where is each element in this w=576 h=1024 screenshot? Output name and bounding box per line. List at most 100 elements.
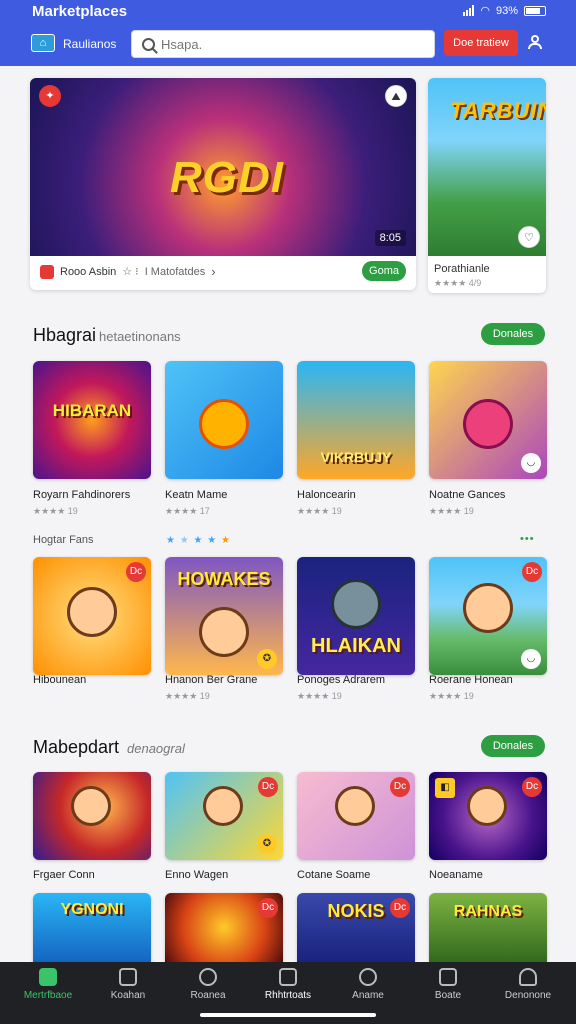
featured-main-button[interactable]: Goma [362, 261, 406, 281]
character-art [199, 399, 249, 449]
games-icon [199, 968, 217, 986]
nav-label: Boate [434, 990, 462, 1001]
coin-icon: ✪ [257, 834, 277, 854]
game-name: Noatne Gances [429, 489, 506, 501]
game-tile[interactable]: Dc [165, 893, 283, 962]
game-name: Frgaer Conn [33, 869, 95, 881]
character-art [463, 583, 513, 633]
game-name: Royarn Fahdinorers [33, 489, 131, 501]
library-icon [119, 968, 137, 986]
game-tile[interactable]: ◧ Dc [429, 772, 547, 860]
featured-side-rating: ★★★★ 4/9 [434, 278, 482, 288]
game-tile[interactable]: Dc [33, 557, 151, 675]
game-tile[interactable]: HOWAKES ✪ [165, 557, 283, 675]
game-tile[interactable]: Dc ✪ [165, 772, 283, 860]
hot-badge-icon: Dc [390, 777, 410, 797]
search-input[interactable] [161, 36, 401, 52]
fire-icon: ✦ [39, 85, 61, 107]
nav-label: Roanea [190, 990, 226, 1001]
featured-side-name: Porathianle [434, 263, 490, 275]
hot-badge-icon: Dc [522, 777, 542, 797]
game-rating: ★★★★ 19 [429, 691, 474, 701]
nav-label: Mertrfbaoe [23, 990, 73, 1001]
game-name: Haloncearin [297, 489, 356, 501]
bookmark-icon[interactable]: ♡ [518, 226, 540, 248]
coin-icon: ✪ [257, 649, 277, 669]
character-art [463, 399, 513, 449]
featured-main-card[interactable]: ✦ ⛰ RGDI 8:05 Rooo Asbin ☆ ⁝ I Matofatde… [30, 78, 416, 290]
home-icon [39, 968, 57, 986]
game-name: Hnanon Ber Grane [165, 674, 258, 686]
logo-icon[interactable]: ⌂ [31, 34, 55, 52]
section2-subtitle: denaogral [127, 741, 185, 756]
wifi-icon: ◠ [480, 5, 490, 17]
game-tile[interactable]: Dc ◡ [429, 557, 547, 675]
signal-icon [463, 5, 475, 16]
game-name: Ponoges Adrarem [297, 674, 386, 686]
game-tile[interactable]: HIBARAN [33, 361, 151, 479]
home-indicator [200, 1013, 376, 1017]
game-art-title: HIBARAN [52, 401, 132, 420]
game-art-title: RAHNAS [453, 903, 523, 920]
section1-button[interactable]: Donales [481, 323, 545, 345]
nav-label: Koahan [110, 990, 146, 1001]
hot-badge-icon: Dc [258, 777, 278, 797]
game-tile[interactable]: Dc [297, 772, 415, 860]
game-logo-icon: ◧ [435, 778, 455, 798]
game-rating: ★★★★ 19 [165, 691, 210, 701]
battery-text: 93% [495, 4, 518, 17]
app-icon [40, 264, 54, 279]
game-art-title: HOWAKES [177, 569, 271, 589]
nav-label: Denonone [504, 990, 552, 1001]
status-icons: ◠ 93% [463, 4, 546, 17]
game-art-title: HLAIKAN [311, 635, 401, 657]
featured-side-art-title: TARBUIN [450, 98, 546, 123]
app-header: Marketplaces ◠ 93% ⌂ Raulianos Doe trati… [0, 0, 576, 66]
featured-main-art-title: RGDI [170, 153, 284, 202]
game-tile[interactable] [165, 361, 283, 479]
search-bar[interactable] [131, 30, 435, 58]
game-tile[interactable]: ◡ [429, 361, 547, 479]
game-name: Cotane Soame [297, 869, 371, 881]
game-tile[interactable]: VIKRBUJY [297, 361, 415, 479]
game-name: Noeaname [429, 869, 483, 881]
chevron-right-icon[interactable]: › [211, 264, 215, 279]
section1-subtitle: hetaetinonans [99, 329, 181, 344]
section1-title: Hbagrai [33, 325, 97, 345]
more-icon[interactable]: ••• [520, 533, 535, 545]
nav-item-home[interactable]: Mertrfbaoe [9, 962, 87, 1024]
game-name: Hibounean [33, 674, 87, 686]
game-rating: ★★★★ 17 [165, 506, 210, 516]
featured-main-art: ✦ ⛰ RGDI 8:05 [30, 78, 416, 256]
featured-main-sep: ☆ ⁝ [122, 266, 139, 278]
featured-side-card[interactable]: TARBUIN ♡ Porathianle ★★★★ 4/9 [428, 78, 546, 293]
character-art [67, 587, 117, 637]
featured-main-name: Rooo Asbin [60, 265, 117, 278]
featured-main-count: 8:05 [374, 230, 406, 246]
nav-item-profile[interactable]: Denonone [489, 962, 567, 1024]
brand-name[interactable]: Raulianos [63, 37, 116, 51]
cta-button[interactable]: Doe tratiew [444, 30, 518, 56]
featured-main-publisher: I Matofatdes [144, 265, 206, 278]
game-tile[interactable]: HLAIKAN [297, 557, 415, 675]
game-name: Keatn Mame [165, 489, 228, 501]
nav-item-chat[interactable]: Boate [409, 962, 487, 1024]
nav-label: Rhhtrtoats [264, 990, 312, 1001]
hot-badge-icon: Dc [258, 898, 278, 918]
character-art [203, 786, 243, 826]
game-tile[interactable]: RAHNAS [429, 893, 547, 962]
profile-icon[interactable] [527, 35, 543, 51]
nav-item-library[interactable]: Koahan [89, 962, 167, 1024]
row-label: Hogtar Fans [33, 534, 94, 546]
game-rating: ★★★★ 19 [297, 691, 342, 701]
nav-label: Aname [352, 990, 384, 1001]
game-tile[interactable] [33, 772, 151, 860]
rewards-icon [279, 968, 297, 986]
share-icon[interactable]: ⛰ [385, 85, 407, 107]
heart-icon[interactable]: ◡ [521, 453, 541, 473]
heart-icon[interactable]: ◡ [521, 649, 541, 669]
game-tile[interactable]: YGNONI [33, 893, 151, 962]
section2-button[interactable]: Donales [481, 735, 545, 757]
game-tile[interactable]: NOKIS Dc [297, 893, 415, 962]
app-title: Marketplaces [32, 3, 128, 20]
